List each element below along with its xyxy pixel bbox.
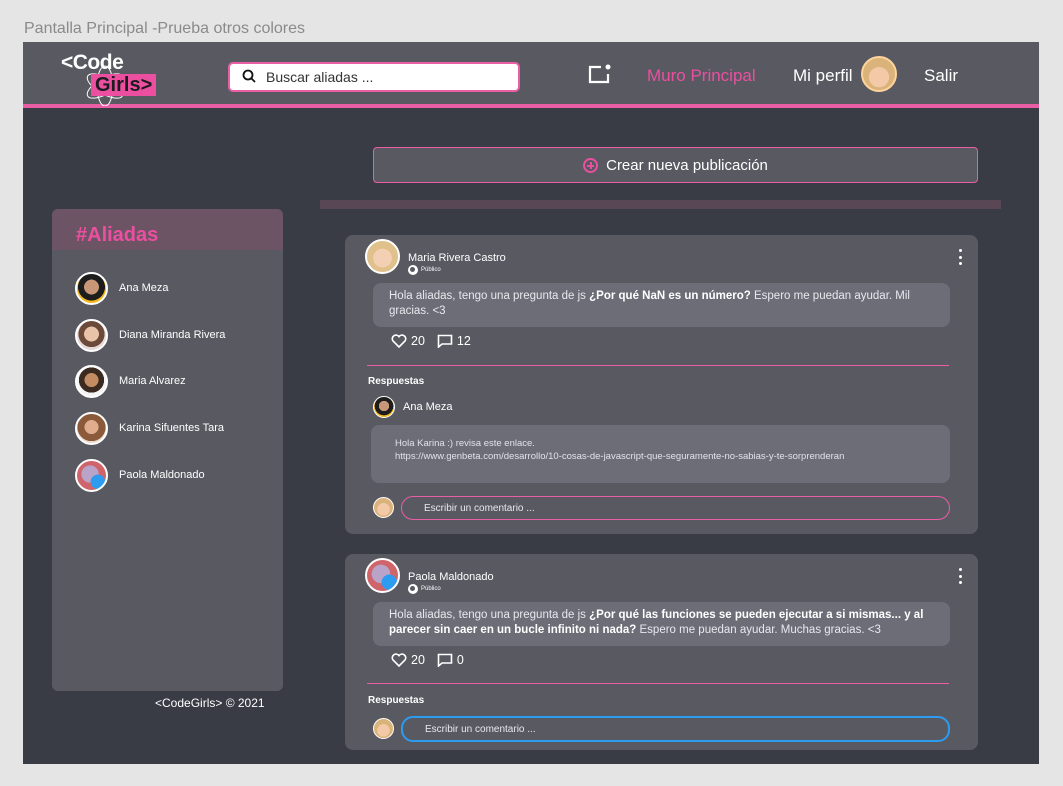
- nav-link-muro-principal[interactable]: Muro Principal: [647, 66, 756, 86]
- navbar: <Code Girls> Muro Principal Mi perfil Sa…: [23, 42, 1039, 108]
- reply-author-name: Ana Meza: [403, 401, 453, 413]
- like-button[interactable]: 20: [391, 653, 425, 667]
- footer-copyright: <CodeGirls> © 2021: [155, 696, 265, 710]
- ally-name: Paola Maldonado: [119, 469, 205, 481]
- ally-name: Diana Miranda Rivera: [119, 329, 226, 341]
- heart-icon: [391, 653, 407, 667]
- create-post-label: Crear nueva publicación: [606, 156, 768, 174]
- comment-button[interactable]: 0: [437, 653, 464, 667]
- avatar[interactable]: [365, 239, 400, 274]
- ally-item[interactable]: Ana Meza: [75, 272, 275, 306]
- avatar[interactable]: [365, 558, 400, 593]
- post-body: Hola aliadas, tengo una pregunta de js ¿…: [373, 283, 950, 327]
- post-author[interactable]: Paola Maldonado: [408, 571, 494, 583]
- avatar: [75, 459, 108, 492]
- comment-count: 0: [456, 653, 464, 667]
- post-card: Paola Maldonado Público Hola aliadas, te…: [345, 554, 978, 750]
- create-post-button[interactable]: Crear nueva publicación: [373, 147, 978, 183]
- logo[interactable]: <Code Girls>: [61, 50, 161, 106]
- reply-author[interactable]: Ana Meza: [373, 396, 453, 418]
- comment-button[interactable]: 12: [437, 334, 471, 348]
- sidebar-title: #Aliadas: [52, 209, 283, 250]
- search-icon: [242, 69, 256, 83]
- comment-count: 12: [456, 334, 471, 348]
- avatar: [373, 396, 395, 418]
- search-bar[interactable]: [228, 62, 520, 92]
- avatar: [373, 718, 394, 739]
- heart-icon: [391, 334, 407, 348]
- app: <Code Girls> Muro Principal Mi perfil Sa…: [23, 42, 1039, 764]
- divider: [367, 683, 949, 684]
- reply-link[interactable]: https://www.genbeta.com/desarrollo/10-co…: [395, 450, 926, 463]
- avatar: [75, 365, 108, 398]
- profile-avatar[interactable]: [861, 56, 897, 92]
- logo-text-bottom: Girls>: [91, 74, 157, 96]
- visibility-label: Público: [421, 267, 441, 273]
- avatar: [75, 319, 108, 352]
- search-input[interactable]: [266, 68, 506, 86]
- nav-link-mi-perfil[interactable]: Mi perfil: [793, 66, 853, 86]
- divider-bar: [320, 200, 1001, 209]
- reply-text: Hola Karina :) revisa este enlace.: [395, 438, 535, 449]
- ally-name: Karina Sifuentes Tara: [119, 422, 224, 434]
- post-stats: 20 0: [391, 653, 464, 667]
- post-visibility: Público: [408, 584, 441, 594]
- nav-link-salir[interactable]: Salir: [924, 66, 958, 86]
- post-card: Maria Rivera Castro Público Hola aliadas…: [345, 235, 978, 534]
- responses-label: Respuestas: [368, 695, 425, 706]
- post-text: Hola aliadas, tengo una pregunta de js: [389, 290, 590, 302]
- avatar: [75, 412, 108, 445]
- frame-title: Pantalla Principal -Prueba otros colores: [24, 20, 306, 37]
- ally-item[interactable]: Maria Alvarez: [75, 365, 275, 399]
- avatar: [373, 497, 394, 518]
- post-visibility: Público: [408, 265, 441, 275]
- divider: [367, 365, 949, 366]
- ally-name: Ana Meza: [119, 282, 169, 294]
- post-author[interactable]: Maria Rivera Castro: [408, 252, 506, 264]
- globe-icon: [408, 265, 418, 275]
- ally-item[interactable]: Karina Sifuentes Tara: [75, 412, 275, 446]
- ally-name: Maria Alvarez: [119, 375, 186, 387]
- post-text-bold: ¿Por qué NaN es un número?: [589, 290, 751, 302]
- allies-sidebar: #Aliadas Ana Meza Diana Miranda Rivera M…: [52, 209, 283, 691]
- more-options-icon[interactable]: [959, 249, 963, 265]
- post-text: Hola aliadas, tengo una pregunta de js: [389, 609, 590, 621]
- visibility-label: Público: [421, 586, 441, 592]
- post-text: Espero me puedan ayudar. Muchas gracias.…: [636, 624, 881, 636]
- ally-item[interactable]: Paola Maldonado: [75, 459, 275, 493]
- globe-icon: [408, 584, 418, 594]
- comment-input[interactable]: [401, 716, 950, 742]
- plus-circle-icon: [583, 157, 599, 173]
- post-body: Hola aliadas, tengo una pregunta de js ¿…: [373, 602, 950, 646]
- like-count: 20: [411, 334, 425, 348]
- more-options-icon[interactable]: [959, 568, 963, 584]
- comment-icon: [437, 653, 453, 667]
- comment-input[interactable]: [401, 496, 950, 520]
- new-post-icon[interactable]: [587, 63, 613, 85]
- reply-body: Hola Karina :) revisa este enlace. https…: [371, 425, 950, 483]
- avatar: [75, 272, 108, 305]
- like-button[interactable]: 20: [391, 334, 425, 348]
- post-stats: 20 12: [391, 334, 471, 348]
- responses-label: Respuestas: [368, 376, 425, 387]
- comment-icon: [437, 334, 453, 348]
- ally-item[interactable]: Diana Miranda Rivera: [75, 319, 275, 353]
- like-count: 20: [411, 653, 425, 667]
